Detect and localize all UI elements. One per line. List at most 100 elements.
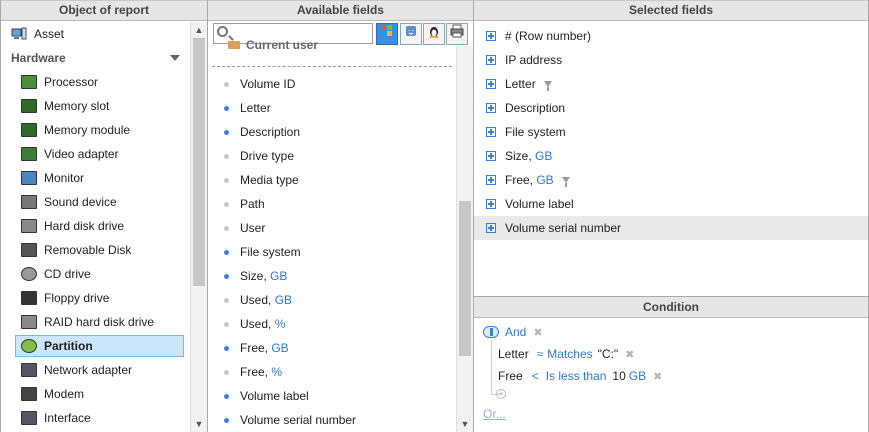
available-field-item[interactable]: Free, GB <box>208 336 456 360</box>
object-item-modem[interactable]: Modem <box>1 382 190 406</box>
available-field-item[interactable]: Drive type <box>208 144 456 168</box>
current-user-label: Current user <box>246 40 319 52</box>
object-item-label: Sound device <box>44 195 117 209</box>
condition-operator[interactable]: Is less than <box>546 369 607 383</box>
expand-plus-icon[interactable] <box>486 55 496 65</box>
field-unit: GB <box>535 149 553 163</box>
group-label: Hardware <box>11 51 66 65</box>
selected-fields-list: # (Row number) IP address Letter Descriptio… <box>474 22 868 297</box>
object-item-label: Removable Disk <box>44 243 132 257</box>
group-operator[interactable]: And <box>505 325 526 339</box>
condition-row-letter[interactable]: Letter ≈ Matches "C:" ✖ <box>498 344 634 364</box>
field-bullet-icon <box>224 321 229 327</box>
expand-plus-icon[interactable] <box>486 127 496 137</box>
scroll-thumb[interactable] <box>459 201 471 356</box>
field-label: Size, <box>240 269 271 283</box>
add-condition-icon[interactable]: + <box>496 389 506 399</box>
remove-condition-icon[interactable]: ✖ <box>653 370 662 383</box>
list-divider <box>212 66 452 67</box>
expand-plus-icon[interactable] <box>486 223 496 233</box>
condition-value[interactable]: "C:" <box>598 347 619 361</box>
condition-row-free[interactable]: Free < Is less than 10 GB ✖ <box>498 366 662 386</box>
expand-plus-icon[interactable] <box>486 103 496 113</box>
selected-fields-header: Selected fields <box>474 0 868 21</box>
available-field-item[interactable]: Path <box>208 192 456 216</box>
expand-plus-icon[interactable] <box>486 79 496 89</box>
processor-icon <box>21 75 37 89</box>
object-item-memory-slot[interactable]: Memory slot <box>1 94 190 118</box>
printer-filter-button[interactable] <box>446 23 468 45</box>
expand-plus-icon[interactable] <box>486 199 496 209</box>
available-field-item[interactable]: Used, % <box>208 312 456 336</box>
available-field-item[interactable]: Free, % <box>208 360 456 384</box>
remove-condition-icon[interactable]: ✖ <box>625 348 634 361</box>
available-field-item[interactable]: File system <box>208 240 456 264</box>
selected-field-item[interactable]: Letter <box>474 72 868 96</box>
object-item-network-adapter[interactable]: Network adapter <box>1 358 190 382</box>
selected-field-item[interactable]: IP address <box>474 48 868 72</box>
middle-scrollbar[interactable]: ▼ <box>456 46 473 432</box>
selected-field-item[interactable]: Size, GB <box>474 144 868 168</box>
condition-field[interactable]: Letter <box>498 347 529 361</box>
scroll-down-icon[interactable]: ▼ <box>191 417 207 431</box>
left-scrollbar[interactable]: ▲ ▼ <box>190 22 207 432</box>
object-item-memory-module[interactable]: Memory module <box>1 118 190 142</box>
cd-icon <box>21 267 37 281</box>
field-bullet-icon <box>224 225 229 231</box>
object-item-removable-disk[interactable]: Removable Disk <box>1 238 190 262</box>
available-field-item[interactable]: Volume serial number <box>208 408 456 432</box>
expand-plus-icon[interactable] <box>486 175 496 185</box>
group-hardware[interactable]: Hardware <box>1 46 190 70</box>
scroll-down-icon[interactable]: ▼ <box>457 417 473 431</box>
object-item-label: Interface <box>44 411 91 425</box>
object-item-floppy-drive[interactable]: Floppy drive <box>1 286 190 310</box>
hdd-icon <box>21 219 37 233</box>
selected-field-item[interactable]: Volume label <box>474 192 868 216</box>
object-item-label: CD drive <box>44 267 91 281</box>
available-field-item[interactable]: Size, GB <box>208 264 456 288</box>
field-bullet-icon <box>224 273 229 279</box>
current-user-item[interactable]: Current user <box>228 40 436 54</box>
field-label: Free, <box>240 341 272 355</box>
available-field-item[interactable]: Used, GB <box>208 288 456 312</box>
condition-field[interactable]: Free <box>498 369 523 383</box>
selected-field-item[interactable]: # (Row number) <box>474 24 868 48</box>
selected-field-label: Free, <box>505 173 537 187</box>
object-item-hard-disk-drive[interactable]: Hard disk drive <box>1 214 190 238</box>
selected-field-item[interactable]: Free, GB <box>474 168 868 192</box>
object-item-cd-drive[interactable]: CD drive <box>1 262 190 286</box>
expand-plus-icon[interactable] <box>486 31 496 41</box>
selected-field-item[interactable]: Description <box>474 96 868 120</box>
selected-field-item[interactable]: Volume serial number <box>474 216 868 240</box>
available-field-item[interactable]: Description <box>208 120 456 144</box>
collapse-arrow-icon[interactable] <box>170 55 180 61</box>
scroll-up-icon[interactable]: ▲ <box>191 23 207 37</box>
available-field-item[interactable]: User <box>208 216 456 240</box>
available-field-item[interactable]: Volume ID <box>208 72 456 96</box>
remove-group-icon[interactable]: ✖ <box>533 326 542 339</box>
video-adapter-icon <box>21 147 37 161</box>
object-item-interface[interactable]: Interface <box>1 406 190 430</box>
selected-field-item[interactable]: File system <box>474 120 868 144</box>
object-item-video-adapter[interactable]: Video adapter <box>1 142 190 166</box>
or-link[interactable]: Or... <box>483 407 506 421</box>
scroll-thumb[interactable] <box>193 38 205 286</box>
available-field-item[interactable]: Letter <box>208 96 456 120</box>
object-item-asset[interactable]: Asset <box>1 22 190 46</box>
field-bullet-icon <box>224 153 229 159</box>
condition-value[interactable]: 10 <box>612 369 625 383</box>
expand-plus-icon[interactable] <box>486 151 496 161</box>
object-item-partition[interactable]: Partition <box>15 335 184 357</box>
available-field-item[interactable]: Volume label <box>208 384 456 408</box>
object-item-processor[interactable]: Processor <box>1 70 190 94</box>
object-item-sound-device[interactable]: Sound device <box>1 190 190 214</box>
field-unit: GB <box>271 341 289 355</box>
object-item-monitor[interactable]: Monitor <box>1 166 190 190</box>
filter-icon[interactable] <box>561 177 570 187</box>
object-of-report-panel: Object of report Asset Hardware Processo… <box>0 0 207 432</box>
available-field-item[interactable]: Media type <box>208 168 456 192</box>
filter-icon[interactable] <box>543 81 552 91</box>
condition-group-and[interactable]: And ✖ <box>483 322 543 342</box>
object-item-raid-hard-disk-drive[interactable]: RAID hard disk drive <box>1 310 190 334</box>
condition-operator[interactable]: Matches <box>547 347 592 361</box>
